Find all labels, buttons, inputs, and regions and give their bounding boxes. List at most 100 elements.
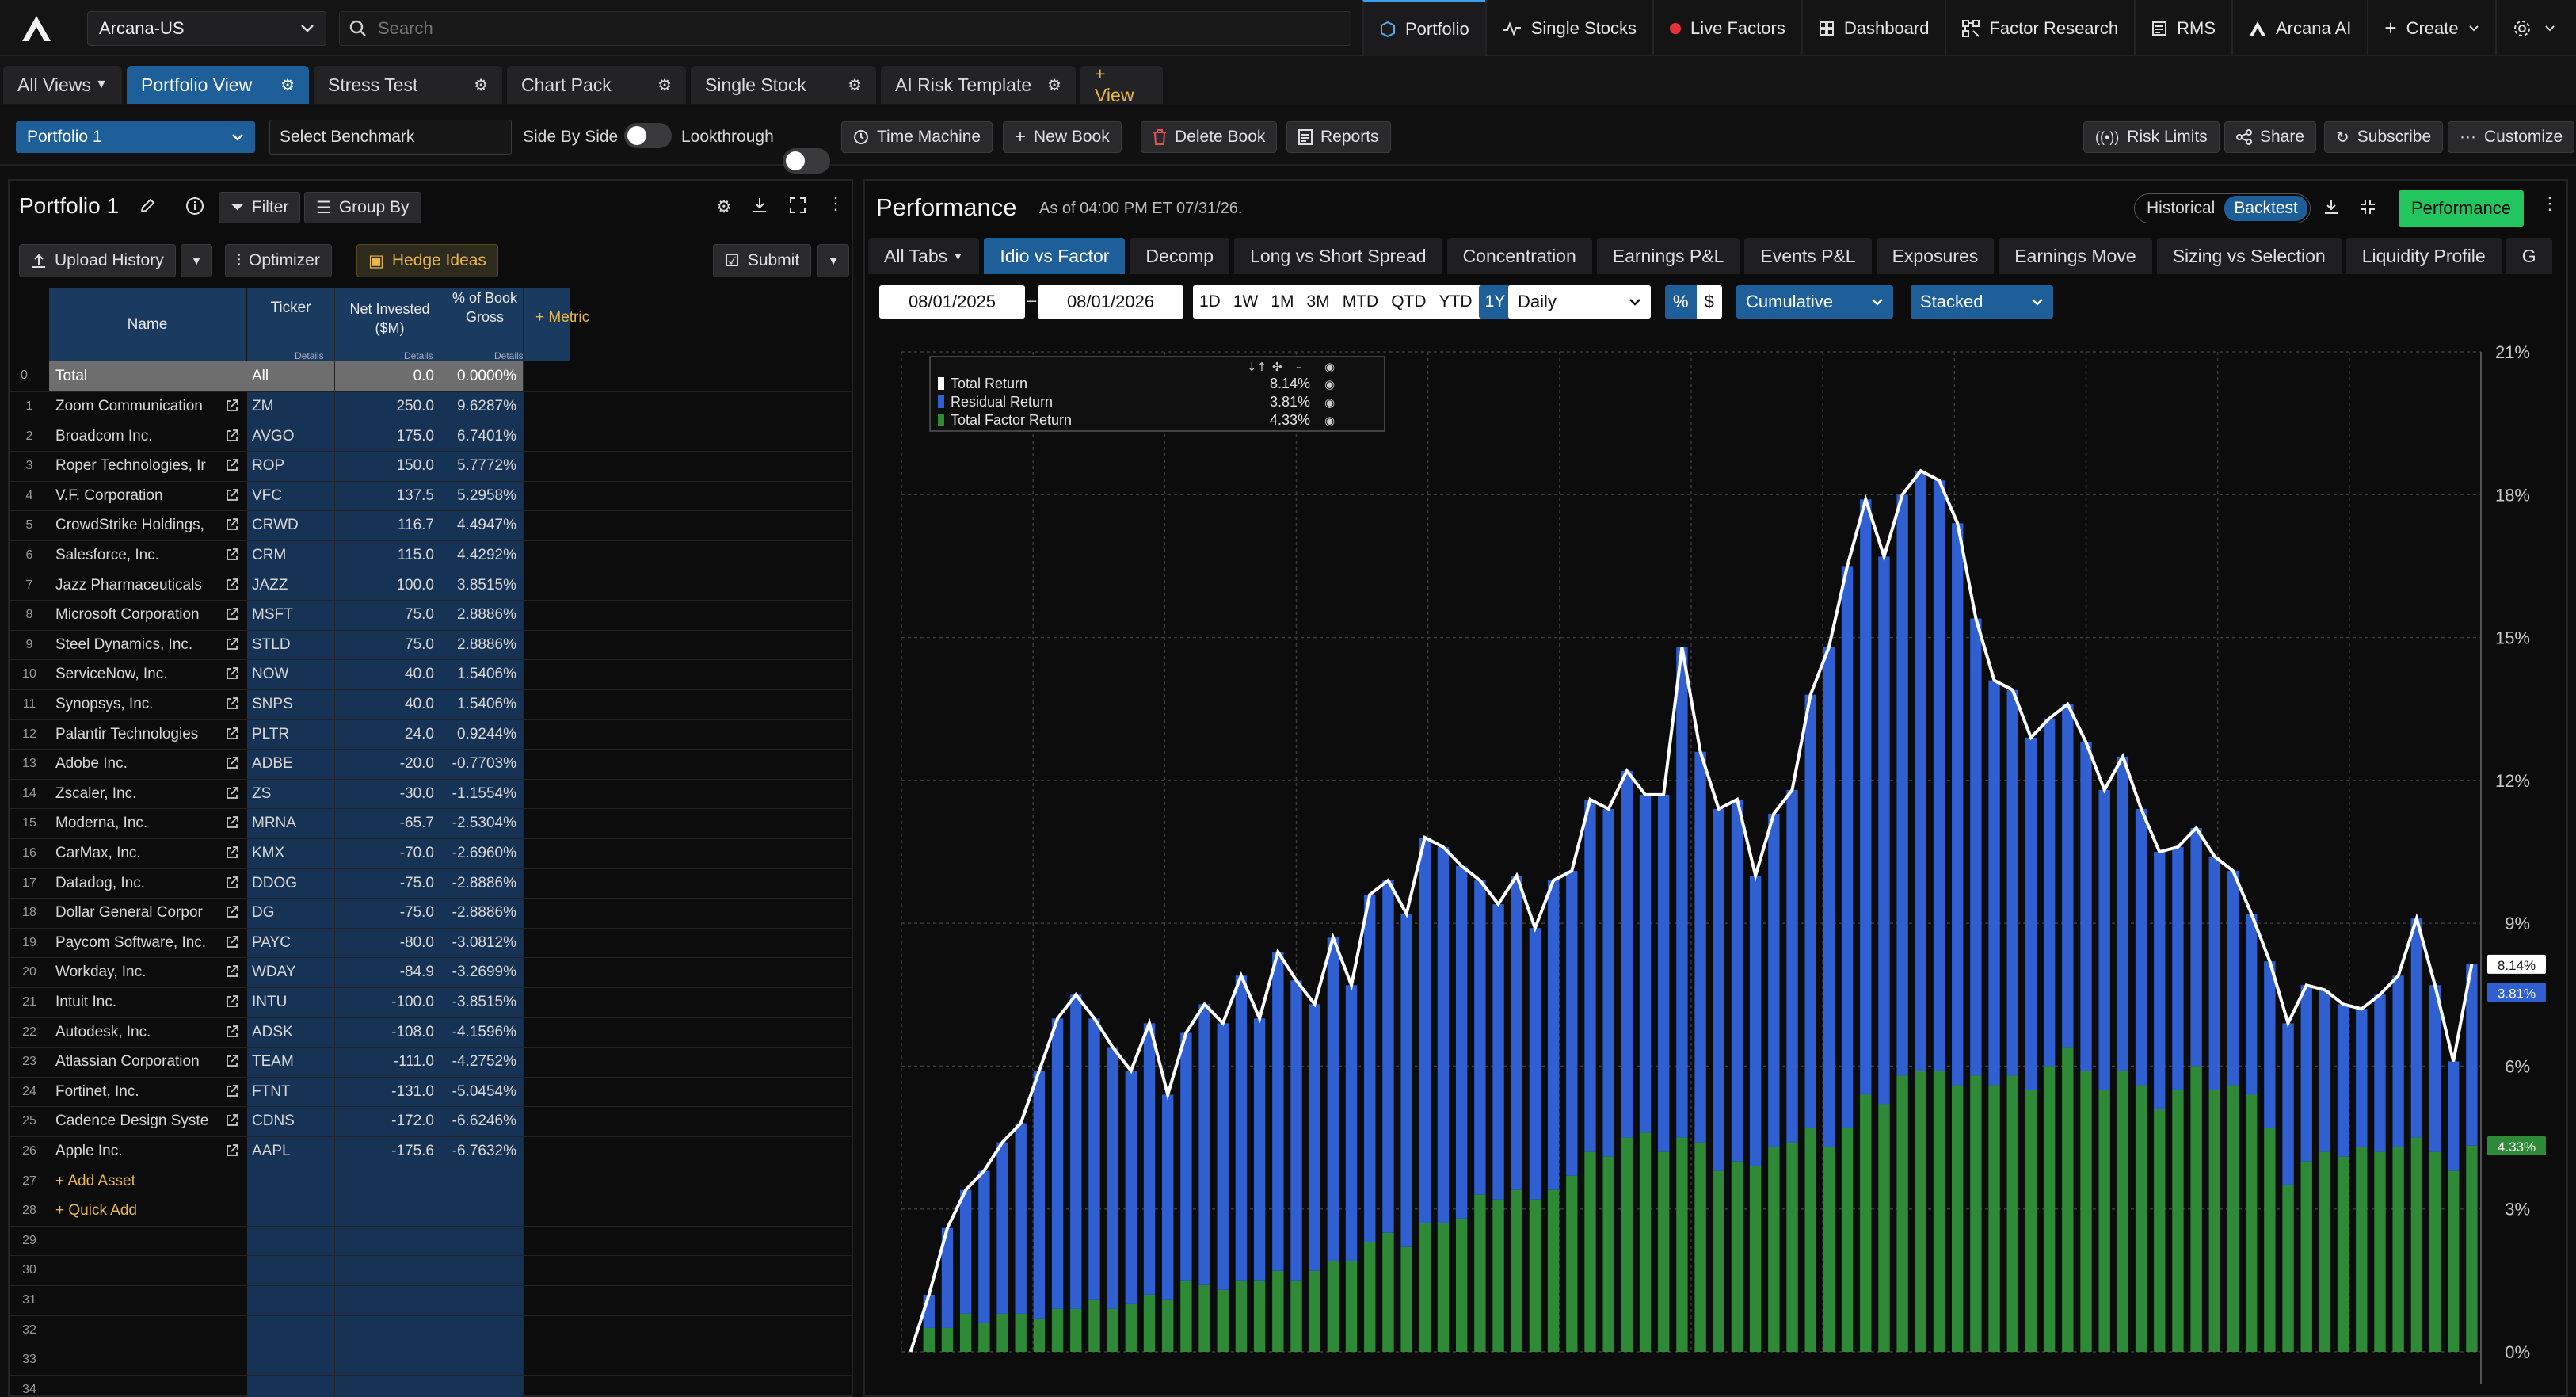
all-views-dropdown[interactable]: All Views ▼ <box>3 66 122 104</box>
delete-book-button[interactable]: Delete Book <box>1141 121 1278 153</box>
tab-single-stock[interactable]: Single Stock ⚙ <box>691 66 876 104</box>
external-link-icon[interactable] <box>225 964 239 979</box>
tab-earnings-pnl[interactable]: Earnings P&L <box>1596 238 1740 274</box>
nav-live-factors[interactable]: Live Factors <box>1652 0 1801 56</box>
external-link-icon[interactable] <box>225 786 239 800</box>
range-qtd[interactable]: QTD <box>1385 285 1432 319</box>
account-select[interactable]: Arcana-US <box>87 11 326 46</box>
tab-all-tabs[interactable]: All Tabs ▼ <box>868 238 980 274</box>
subscribe-button[interactable]: ↻ Subscribe <box>2324 121 2444 153</box>
range-ytd[interactable]: YTD <box>1433 285 1479 319</box>
side-by-side-toggle[interactable] <box>624 123 672 148</box>
upload-history-menu[interactable]: ▼ <box>181 244 212 277</box>
external-link-icon[interactable] <box>225 429 239 443</box>
mode-select[interactable]: Cumulative <box>1736 285 1893 319</box>
nav-arcana-ai[interactable]: Arcana AI <box>2231 0 2367 56</box>
external-link-icon[interactable] <box>225 1025 239 1039</box>
tab-exposures[interactable]: Exposures <box>1876 238 1995 274</box>
tab-concentration[interactable]: Concentration <box>1446 238 1592 274</box>
external-link-icon[interactable] <box>225 994 239 1009</box>
upload-history-button[interactable]: Upload History <box>19 244 176 277</box>
external-link-icon[interactable] <box>225 607 239 621</box>
stacking-select[interactable]: Stacked <box>1911 285 2053 319</box>
external-link-icon[interactable] <box>225 578 239 592</box>
external-link-icon[interactable] <box>225 815 239 830</box>
external-link-icon[interactable] <box>225 756 239 770</box>
benchmark-input[interactable]: Select Benchmark <box>269 120 512 155</box>
frequency-select[interactable]: Daily <box>1508 285 1651 319</box>
gear-icon[interactable]: ⚙ <box>657 75 672 95</box>
add-view-button[interactable]: + View <box>1080 63 1163 105</box>
ticker-details-link[interactable]: Details <box>295 350 324 361</box>
external-link-icon[interactable] <box>225 727 239 741</box>
gear-icon[interactable]: ⚙ <box>716 197 732 217</box>
external-link-icon[interactable] <box>225 666 239 681</box>
hedge-ideas-button[interactable]: ▣ Hedge Ideas <box>356 244 498 277</box>
tab-idio-vs-factor[interactable]: Idio vs Factor <box>984 238 1126 274</box>
column-header-pct-gross[interactable]: % of Book Gross <box>445 288 524 326</box>
backtest-option[interactable]: Backtest <box>2224 196 2307 221</box>
group-by-button[interactable]: ☰ Group By <box>304 192 421 223</box>
collapse-icon[interactable] <box>2359 198 2376 216</box>
customize-button[interactable]: ··· Customize <box>2448 121 2575 153</box>
gear-icon[interactable]: ⚙ <box>1047 75 1061 95</box>
tab-overflow[interactable]: G <box>2506 238 2552 274</box>
more-vertical-icon[interactable]: ⋮ <box>827 193 844 214</box>
pencil-icon[interactable] <box>139 198 155 214</box>
external-link-icon[interactable] <box>225 399 239 413</box>
external-link-icon[interactable] <box>225 548 239 562</box>
more-vertical-icon[interactable]: ⋮ <box>2541 193 2559 214</box>
tab-chart-pack[interactable]: Chart Pack ⚙ <box>507 66 686 104</box>
gear-icon[interactable]: ⚙ <box>474 75 488 95</box>
nav-single-stocks[interactable]: Single Stocks <box>1484 0 1652 56</box>
nav-factor-research[interactable]: Factor Research <box>1945 0 2134 56</box>
external-link-icon[interactable] <box>225 1084 239 1098</box>
search-input[interactable] <box>378 18 1313 39</box>
external-link-icon[interactable] <box>225 1143 239 1158</box>
time-machine-button[interactable]: Time Machine <box>841 121 993 153</box>
tab-earnings-move[interactable]: Earnings Move <box>1999 238 2152 274</box>
column-header-net-invested[interactable]: Net Invested ($M) <box>336 300 444 338</box>
tab-decomp[interactable]: Decomp <box>1130 238 1230 274</box>
column-header-ticker[interactable]: Ticker <box>247 300 334 317</box>
range-1d[interactable]: 1D <box>1193 285 1227 319</box>
submit-button[interactable]: ☑ Submit <box>713 244 812 277</box>
lookthrough-toggle[interactable] <box>783 148 830 174</box>
date-to-input[interactable]: 08/01/2026 <box>1038 285 1183 319</box>
tab-portfolio-view[interactable]: Portfolio View ⚙ <box>127 66 309 104</box>
external-link-icon[interactable] <box>225 1113 239 1128</box>
expand-icon[interactable] <box>789 197 806 214</box>
net-details-link[interactable]: Details <box>404 350 433 361</box>
risk-limits-button[interactable]: ((•)) Risk Limits <box>2083 121 2220 153</box>
external-link-icon[interactable] <box>225 697 239 711</box>
portfolio-select[interactable]: Portfolio 1 <box>16 121 255 153</box>
tab-long-vs-short-spread[interactable]: Long vs Short Spread <box>1234 238 1442 274</box>
external-link-icon[interactable] <box>225 488 239 502</box>
external-link-icon[interactable] <box>225 935 239 949</box>
pct-details-link[interactable]: Details <box>494 350 524 361</box>
unit-dollar[interactable]: $ <box>1696 285 1722 319</box>
date-from-input[interactable]: 08/01/2025 <box>879 285 1025 319</box>
share-button[interactable]: Share <box>2224 121 2317 153</box>
tab-sizing-vs-selection[interactable]: Sizing vs Selection <box>2156 238 2342 274</box>
filter-button[interactable]: ⏷ Filter <box>219 192 301 223</box>
arcana-logo-icon[interactable] <box>19 11 54 46</box>
reports-button[interactable]: Reports <box>1286 121 1391 153</box>
gear-icon[interactable]: ⚙ <box>848 75 862 95</box>
info-icon[interactable] <box>185 197 204 216</box>
gear-icon[interactable]: ⚙ <box>280 75 295 95</box>
historical-option[interactable]: Historical <box>2137 199 2224 218</box>
settings-menu[interactable] <box>2494 0 2571 56</box>
mode-toggle[interactable]: Historical Backtest <box>2134 193 2311 223</box>
performance-button[interactable]: Performance <box>2399 190 2524 227</box>
performance-chart[interactable]: 0% 3% 6% 9% 12% 15% 18% 21% 8.14% 3.81% 4.33% ↓↑ ✣ – ◉… <box>865 336 2566 1395</box>
global-search[interactable] <box>339 11 1351 46</box>
tab-ai-risk-template[interactable]: AI Risk Template ⚙ <box>881 66 1076 104</box>
nav-create[interactable]: + Create <box>2367 0 2494 56</box>
optimizer-button[interactable]: ⫶ Optimizer <box>225 244 332 277</box>
range-mtd[interactable]: MTD <box>1336 285 1385 319</box>
tab-stress-test[interactable]: Stress Test ⚙ <box>314 66 502 104</box>
range-3m[interactable]: 3M <box>1301 285 1336 319</box>
add-metric-button[interactable]: + Metric <box>535 309 589 326</box>
external-link-icon[interactable] <box>225 845 239 860</box>
